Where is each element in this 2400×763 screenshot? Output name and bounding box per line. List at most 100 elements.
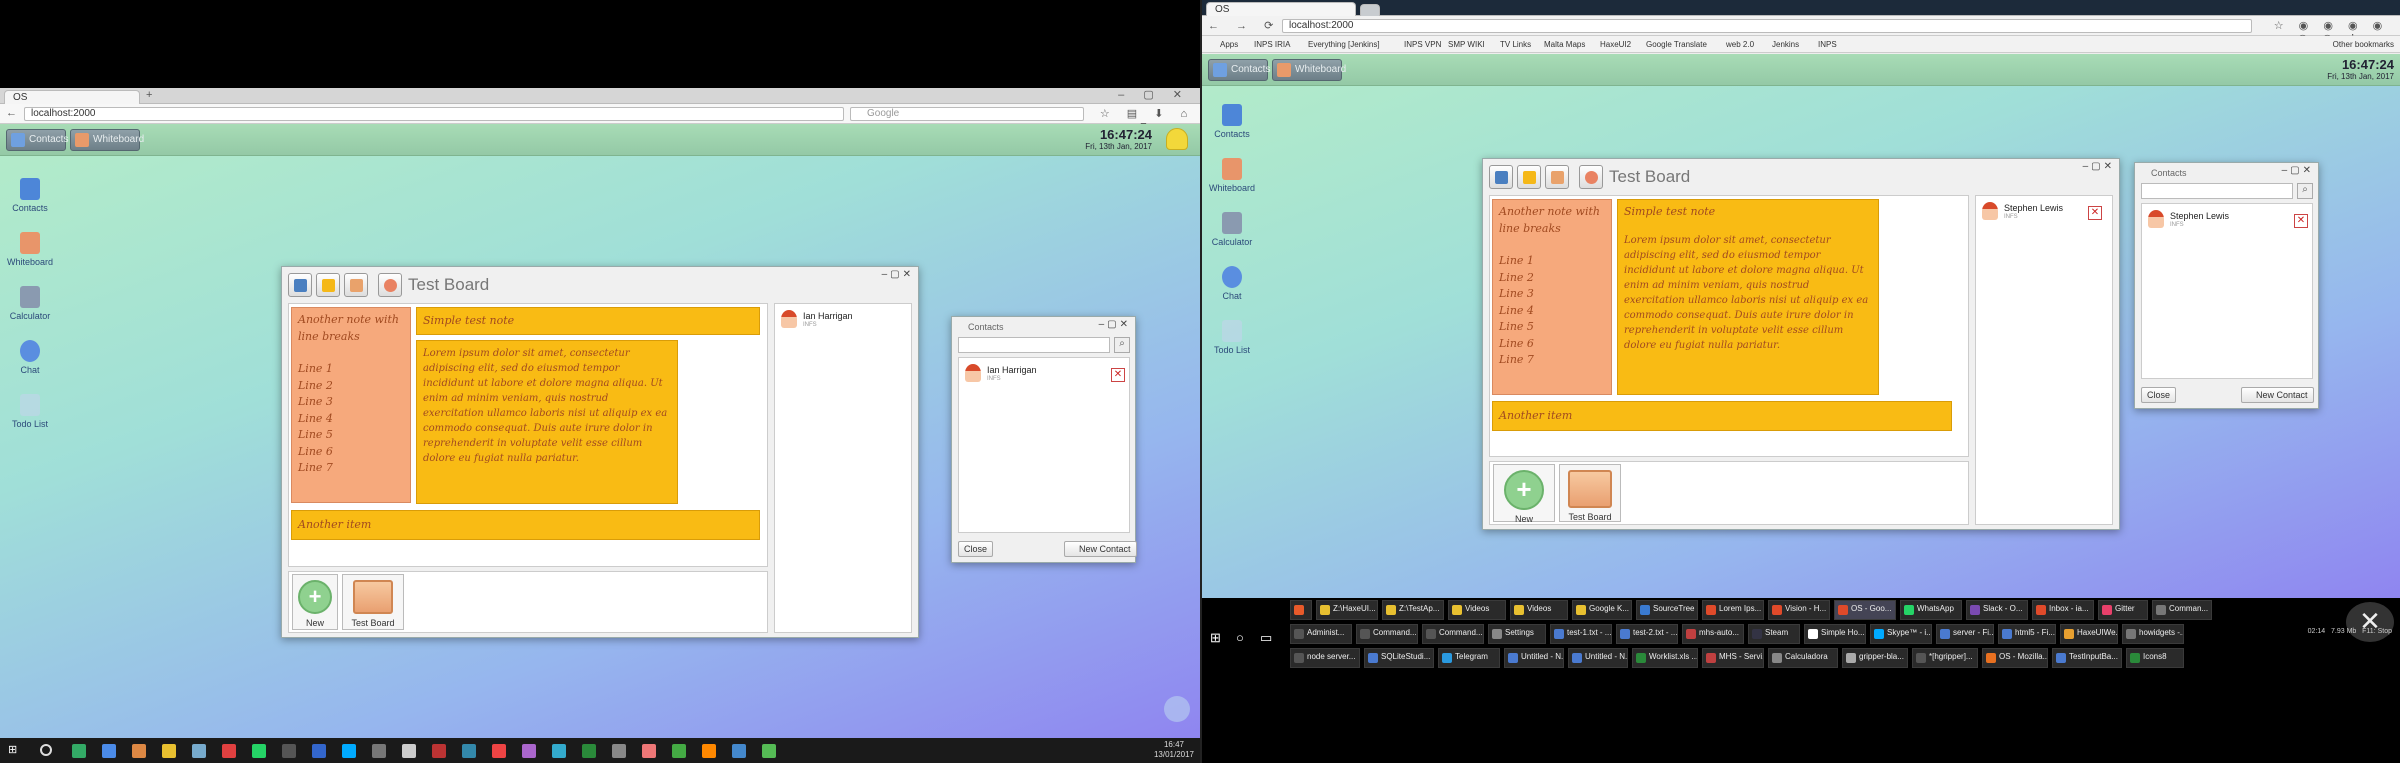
bookmark-item[interactable]: SMP WIKI	[1448, 40, 1485, 49]
start-icon[interactable]: ⊞	[1210, 630, 1221, 646]
tab-os[interactable]: OS	[4, 90, 140, 104]
app-icon[interactable]	[252, 744, 266, 758]
app-icon[interactable]	[342, 744, 356, 758]
window-controls-icon[interactable]: – ▢ ✕	[1118, 88, 1190, 101]
remove-user-icon[interactable]: ✕	[2088, 206, 2102, 220]
note-simple[interactable]: Simple test note	[416, 307, 760, 335]
window-controls-icon[interactable]: –▢✕	[2083, 161, 2115, 172]
task-button[interactable]: Videos	[1510, 600, 1568, 620]
search-icon[interactable]: ○	[1236, 630, 1244, 645]
new-board-button[interactable]: + New	[1493, 464, 1555, 524]
task-button[interactable]: test-2.txt - ...	[1616, 624, 1678, 644]
app-icon[interactable]	[762, 744, 776, 758]
desktop-todo[interactable]: Todo List	[0, 394, 60, 429]
url-field[interactable]: localhost:2000	[24, 107, 844, 121]
task-button[interactable]: Vision - H...	[1768, 600, 1830, 620]
new-tab-icon[interactable]: +	[146, 89, 152, 101]
app-icon[interactable]	[72, 744, 86, 758]
app-icon[interactable]	[102, 744, 116, 758]
task-button[interactable]	[1290, 600, 1312, 620]
task-button[interactable]: Telegram	[1438, 648, 1500, 668]
app-icon[interactable]	[192, 744, 206, 758]
desktop-chat[interactable]: Chat	[1202, 266, 1262, 301]
tool-user[interactable]	[378, 273, 402, 297]
task-button[interactable]: SQLiteStudi...	[1364, 648, 1434, 668]
task-button[interactable]: WhatsApp	[1900, 600, 1962, 620]
task-button[interactable]: Untitled - N...	[1504, 648, 1564, 668]
task-button[interactable]: Settings	[1488, 624, 1546, 644]
tool-line[interactable]	[1489, 165, 1513, 189]
close-overlay-icon[interactable]: ✕	[2346, 602, 2394, 642]
tool-line[interactable]	[288, 273, 312, 297]
contacts-window[interactable]: –▢✕ Contacts ⌕ Stephen Lewis INFS ✕ Clos…	[2134, 162, 2319, 409]
topbar-contacts-button[interactable]: Contacts	[6, 129, 68, 151]
note-another-item[interactable]: Another item	[291, 510, 760, 540]
task-button[interactable]: html5 - Fi...	[1998, 624, 2056, 644]
task-button[interactable]: mhs-auto...	[1682, 624, 1744, 644]
topbar-whiteboard-button[interactable]: Whiteboard	[1272, 59, 1346, 81]
bookmark-item[interactable]: TV Links	[1500, 40, 1531, 49]
task-button[interactable]: Videos	[1448, 600, 1506, 620]
task-button[interactable]: Icons8	[2126, 648, 2184, 668]
bookmark-item[interactable]: HaxeUI2	[1600, 40, 1631, 49]
desktop-whiteboard[interactable]: Whiteboard	[0, 232, 60, 267]
app-icon[interactable]	[372, 744, 386, 758]
bookmark-item[interactable]: Apps	[1220, 40, 1238, 49]
task-button[interactable]: Z:\HaxeUI...	[1316, 600, 1378, 620]
app-icon[interactable]	[522, 744, 536, 758]
task-button[interactable]: Skype™ - i...	[1870, 624, 1932, 644]
task-button[interactable]: Google K...	[1572, 600, 1632, 620]
desktop-todo[interactable]: Todo List	[1202, 320, 1262, 355]
desktop-chat[interactable]: Chat	[0, 340, 60, 375]
desktop-calculator[interactable]: Calculator	[0, 286, 60, 321]
window-controls-icon[interactable]: –▢✕	[882, 269, 914, 280]
task-button[interactable]: Command...	[1422, 624, 1484, 644]
other-bookmarks[interactable]: Other bookmarks	[2333, 40, 2394, 49]
close-button[interactable]: Close	[958, 541, 994, 557]
test-board-card[interactable]: Test Board	[1559, 464, 1621, 522]
remove-contact-icon[interactable]: ✕	[2294, 214, 2308, 228]
task-button[interactable]: Gitter	[2098, 600, 2148, 620]
chat-fab-icon[interactable]	[1164, 696, 1190, 722]
app-icon[interactable]	[732, 744, 746, 758]
note-lorem[interactable]: Lorem ipsum dolor sit amet, consectetur …	[416, 340, 678, 504]
app-icon[interactable]	[642, 744, 656, 758]
window-controls-icon[interactable]: –▢✕	[1099, 319, 1131, 330]
task-button[interactable]: Z:\TestAp...	[1382, 600, 1444, 620]
task-button[interactable]: HaxeUIWe...	[2060, 624, 2118, 644]
bookmark-item[interactable]: Malta Maps	[1544, 40, 1585, 49]
url-field[interactable]: localhost:2000	[1282, 19, 2252, 33]
app-icon[interactable]	[402, 744, 416, 758]
bookmark-item[interactable]: Google Translate	[1646, 40, 1707, 49]
task-button[interactable]: Administ...	[1290, 624, 1352, 644]
tool-image[interactable]	[1545, 165, 1569, 189]
app-icon[interactable]	[582, 744, 596, 758]
search-field[interactable]: Google	[850, 107, 1084, 121]
new-contact-button[interactable]: New Contact	[1064, 541, 1137, 557]
task-button[interactable]: MHS - Servi...	[1702, 648, 1764, 668]
task-button[interactable]: OS - Mozilla...	[1982, 648, 2048, 668]
app-icon[interactable]	[672, 744, 686, 758]
task-button[interactable]: OS - Goo...	[1834, 600, 1896, 620]
app-icon[interactable]	[432, 744, 446, 758]
app-icon[interactable]	[552, 744, 566, 758]
contacts-window[interactable]: –▢✕ Contacts ⌕ Ian Harrigan INFS ✕ Close…	[951, 316, 1137, 563]
test-board-card[interactable]: Test Board	[342, 574, 404, 630]
tool-image[interactable]	[344, 273, 368, 297]
tool-note[interactable]	[316, 273, 340, 297]
task-button[interactable]: Simple Ho...	[1804, 624, 1866, 644]
bookmark-item[interactable]: INPS IRIA	[1254, 40, 1290, 49]
bookmark-item[interactable]: INPS	[1818, 40, 1837, 49]
app-icon[interactable]	[282, 744, 296, 758]
desktop-calculator[interactable]: Calculator	[1202, 212, 1262, 247]
task-view-icon[interactable]: ▭	[1260, 630, 1272, 646]
task-button[interactable]: howidgets -...	[2122, 624, 2184, 644]
test-board-window[interactable]: –▢✕ Test Board Another note with line br…	[281, 266, 919, 638]
contacts-search-input[interactable]	[2141, 183, 2293, 199]
desktop-contacts[interactable]: Contacts	[0, 178, 60, 213]
search-icon[interactable]: ⌕	[2297, 183, 2313, 199]
task-button[interactable]: *[hgripper]...	[1912, 648, 1978, 668]
app-icon[interactable]	[462, 744, 476, 758]
tool-note[interactable]	[1517, 165, 1541, 189]
task-button[interactable]: server - Fi...	[1936, 624, 1994, 644]
